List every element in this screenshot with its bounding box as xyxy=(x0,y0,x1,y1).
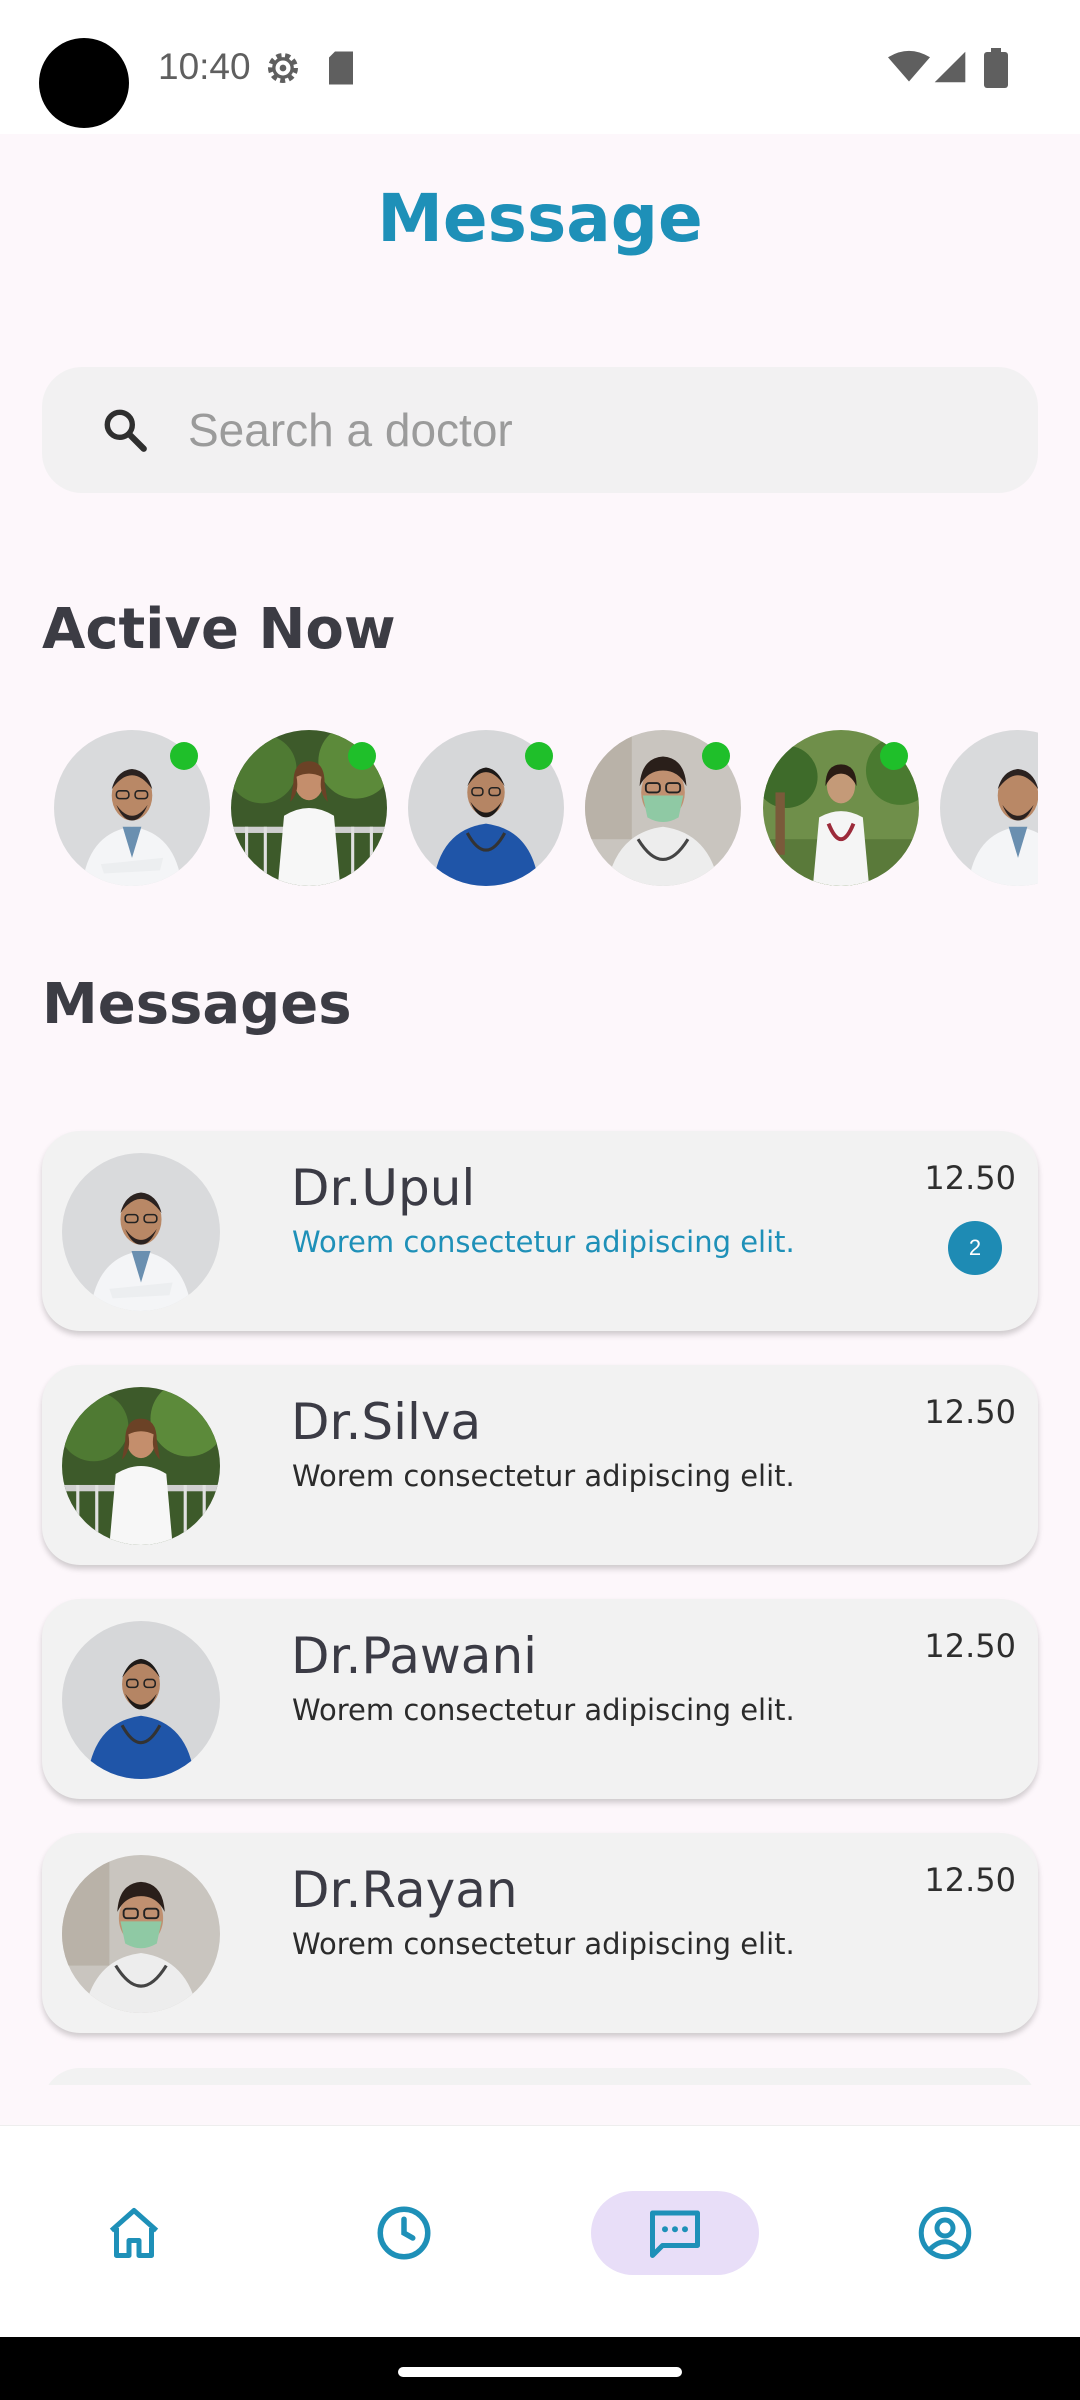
online-indicator xyxy=(348,742,376,770)
home-icon xyxy=(109,2208,159,2258)
online-indicator xyxy=(702,742,730,770)
messages-heading: Messages xyxy=(42,972,352,1037)
doctor-blue-shirt-image xyxy=(62,1621,220,1779)
bottom-navigation xyxy=(0,2125,1080,2337)
message-card[interactable]: Dr.Silva Worem consectetur adipiscing el… xyxy=(42,1365,1038,1565)
clock-icon xyxy=(377,2206,431,2260)
status-bar: 10:40 xyxy=(0,0,1080,134)
battery-icon xyxy=(984,48,1008,88)
doctor-name: Dr.Pawani xyxy=(291,1627,538,1685)
doctor-name: Dr.Silva xyxy=(291,1393,482,1451)
status-time: 10:40 xyxy=(158,46,251,87)
nav-profile[interactable] xyxy=(861,2191,1029,2275)
message-preview: Worem consectetur adipiscing elit. xyxy=(292,1459,795,1493)
message-time: 12.50 xyxy=(924,1159,1016,1197)
active-doctors-row[interactable] xyxy=(42,728,1038,888)
active-doctor-avatar[interactable] xyxy=(940,730,1038,886)
message-preview: Worem consectetur adipiscing elit. xyxy=(292,1693,795,1727)
doctor-avatar xyxy=(62,1621,220,1779)
doctor-name: Dr.Rayan xyxy=(291,1861,518,1919)
doctor-white-coat-image xyxy=(940,730,1038,886)
message-time: 12.50 xyxy=(924,1627,1016,1665)
doctor-white-coat-image xyxy=(62,1153,220,1311)
nav-home[interactable] xyxy=(50,2191,218,2275)
doctor-avatar xyxy=(62,1387,220,1545)
camera-cutout xyxy=(39,38,129,128)
page-title: Message xyxy=(377,180,703,257)
home-gesture-handle[interactable] xyxy=(398,2367,682,2377)
message-card[interactable]: Dr.Pawani Worem consectetur adipiscing e… xyxy=(42,1599,1038,1799)
message-time: 12.50 xyxy=(924,1861,1016,1899)
settings-gear-icon xyxy=(268,53,298,83)
cell-signal-icon xyxy=(934,51,966,83)
message-preview: Worem consectetur adipiscing elit. xyxy=(292,1225,795,1259)
online-indicator xyxy=(880,742,908,770)
message-card[interactable]: Dr.Rayan Worem consectetur adipiscing el… xyxy=(42,1833,1038,2033)
chat-icon xyxy=(650,2210,700,2258)
nav-messages[interactable] xyxy=(591,2191,759,2275)
nav-history[interactable] xyxy=(320,2191,488,2275)
search-input[interactable] xyxy=(188,393,988,467)
online-indicator xyxy=(170,742,198,770)
list-clip xyxy=(0,2085,1080,2125)
unread-count-badge: 2 xyxy=(948,1221,1002,1275)
doctor-avatar xyxy=(62,1153,220,1311)
active-now-heading: Active Now xyxy=(42,597,396,662)
message-preview: Worem consectetur adipiscing elit. xyxy=(292,1927,795,1961)
profile-icon xyxy=(918,2206,972,2260)
search-icon xyxy=(104,409,147,452)
search-bar[interactable] xyxy=(42,367,1038,493)
wifi-icon xyxy=(888,50,930,82)
doctor-woman-outdoor-image xyxy=(62,1387,220,1545)
message-time: 12.50 xyxy=(924,1393,1016,1431)
doctor-mask-image xyxy=(62,1855,220,2013)
sd-card-icon xyxy=(329,51,353,85)
doctor-avatar xyxy=(62,1855,220,2013)
message-card[interactable]: Dr.Upul Worem consectetur adipiscing eli… xyxy=(42,1131,1038,1331)
system-gesture-bar xyxy=(0,2337,1080,2400)
online-indicator xyxy=(525,742,553,770)
doctor-name: Dr.Upul xyxy=(291,1159,476,1217)
